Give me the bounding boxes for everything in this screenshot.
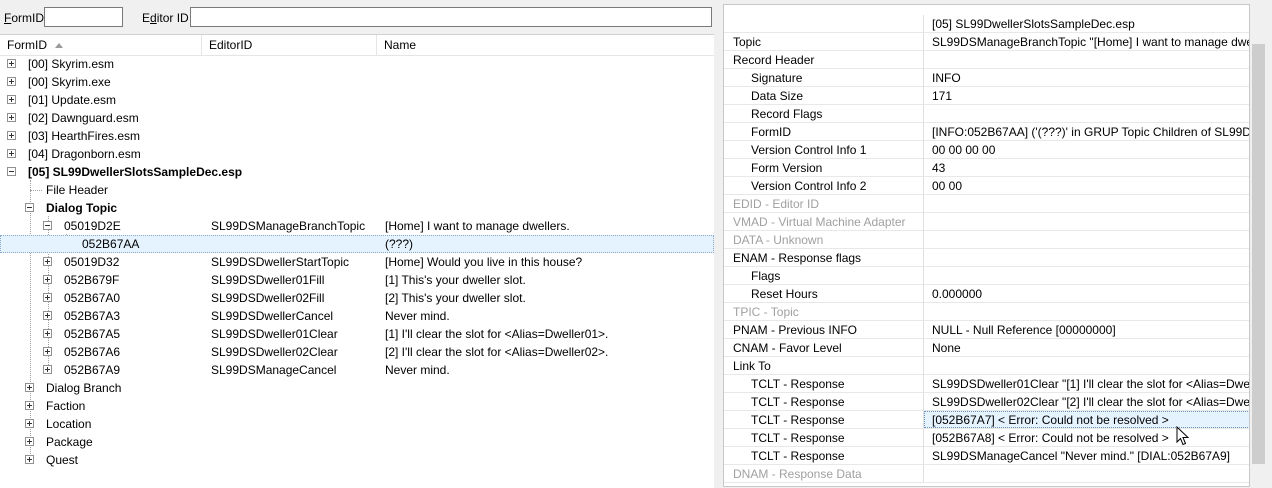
collapse-icon[interactable]: [25, 203, 34, 212]
record-field-row[interactable]: TCLT - Response SL99DSDweller01Clear "[1]…: [724, 375, 1249, 393]
record-field-row[interactable]: Flags: [724, 267, 1249, 285]
tree-header: FormID EditorID Name: [0, 35, 714, 56]
expand-icon[interactable]: [25, 383, 34, 392]
expand-icon[interactable]: [43, 329, 52, 338]
record-field-row[interactable]: Data Size 171: [724, 87, 1249, 105]
expand-icon[interactable]: [43, 257, 52, 266]
vertical-scrollbar[interactable]: [1250, 4, 1267, 487]
tree-node-dragonborn-esm[interactable]: [04] Dragonborn.esm: [0, 145, 714, 163]
record-field-row[interactable]: CNAM - Favor Level None: [724, 339, 1249, 357]
record-view-pane: [05] SL99DwellerSlotsSampleDec.esp Topic…: [719, 0, 1272, 487]
expand-icon[interactable]: [7, 77, 16, 86]
tree-node-dialog-topic[interactable]: Dialog Topic: [0, 199, 714, 217]
tree-node-skyrim-exe[interactable]: [00] Skyrim.exe: [0, 73, 714, 91]
record-field-row[interactable]: Record Header: [724, 51, 1249, 69]
record-view-grid[interactable]: [05] SL99DwellerSlotsSampleDec.esp Topic…: [723, 4, 1250, 487]
expand-icon[interactable]: [25, 419, 34, 428]
record-field-row-selected[interactable]: TCLT - Response [052B67A7] < Error: Could…: [724, 411, 1249, 429]
table-row[interactable]: 052B67A3 SL99DSDwellerCancel Never mind.: [0, 307, 714, 325]
table-row[interactable]: 052B67A5 SL99DSDweller01Clear [1] I'll cle…: [0, 325, 714, 343]
record-field-row-empty[interactable]: EDID - Editor ID: [724, 195, 1249, 213]
tree-node-dialog-branch[interactable]: Dialog Branch: [0, 379, 714, 397]
record-field-row[interactable]: Link To: [724, 357, 1249, 375]
record-field-row[interactable]: Signature INFO: [724, 69, 1249, 87]
sort-ascending-icon: [55, 43, 63, 49]
record-field-row[interactable]: Reset Hours 0.000000: [724, 285, 1249, 303]
tree-node-plugin-esp[interactable]: [05] SL99DwellerSlotsSampleDec.esp: [0, 163, 714, 181]
record-field-row[interactable]: TCLT - Response SL99DSDweller02Clear "[2]…: [724, 393, 1249, 411]
expand-icon[interactable]: [7, 113, 16, 122]
record-tree[interactable]: FormID EditorID Name [00] Skyrim.esm [00…: [0, 34, 714, 488]
collapse-icon[interactable]: [43, 221, 52, 230]
record-header-row: [05] SL99DwellerSlotsSampleDec.esp: [724, 15, 1249, 33]
mouse-cursor-icon: [1176, 426, 1190, 446]
column-formid[interactable]: FormID: [0, 35, 202, 55]
column-editorid[interactable]: EditorID: [202, 35, 377, 55]
record-field-row[interactable]: Topic SL99DSManageBranchTopic "[Home] I w…: [724, 33, 1249, 51]
expand-icon[interactable]: [43, 311, 52, 320]
collapse-icon[interactable]: [7, 167, 16, 176]
record-field-row[interactable]: Record Flags: [724, 105, 1249, 123]
expand-icon[interactable]: [25, 437, 34, 446]
record-field-row[interactable]: PNAM - Previous INFO NULL - Null Referenc…: [724, 321, 1249, 339]
table-row[interactable]: 052B67A9 SL99DSManageCancel Never mind.: [0, 361, 714, 379]
editorid-filter-input[interactable]: [190, 7, 712, 27]
expand-icon[interactable]: [7, 95, 16, 104]
record-field-row[interactable]: Version Control Info 2 00 00: [724, 177, 1249, 195]
tree-node-location[interactable]: Location: [0, 415, 714, 433]
expand-icon[interactable]: [25, 401, 34, 410]
expand-icon[interactable]: [25, 455, 34, 464]
expand-icon[interactable]: [7, 131, 16, 140]
tree-node-faction[interactable]: Faction: [0, 397, 714, 415]
tree-node-hearthfires-esm[interactable]: [03] HearthFires.esm: [0, 127, 714, 145]
record-field-row-empty[interactable]: DATA - Unknown: [724, 231, 1249, 249]
table-row[interactable]: 05019D2E SL99DSManageBranchTopic [Home] I …: [0, 217, 714, 235]
table-row[interactable]: 052B679F SL99DSDweller01Fill [1] This's yo…: [0, 271, 714, 289]
expand-icon[interactable]: [43, 365, 52, 374]
left-pane: FormID Editor ID FormID EditorID Name [0…: [0, 0, 714, 488]
table-row[interactable]: 05019D32 SL99DSDwellerStartTopic [Home] Wo…: [0, 253, 714, 271]
editorid-filter-label: Editor ID: [142, 11, 189, 25]
tree-node-dawnguard-esm[interactable]: [02] Dawnguard.esm: [0, 109, 714, 127]
record-field-row[interactable]: FormID [INFO:052B67AA] ('(???)' in GRUP T…: [724, 123, 1249, 141]
record-field-row[interactable]: Version Control Info 1 00 00 00 00: [724, 141, 1249, 159]
formid-filter-input[interactable]: [44, 7, 123, 27]
formid-filter-label: FormID: [4, 11, 45, 25]
record-field-row-empty[interactable]: VMAD - Virtual Machine Adapter: [724, 213, 1249, 231]
table-row[interactable]: 052B67A0 SL99DSDweller02Fill [2] This's yo…: [0, 289, 714, 307]
record-field-row[interactable]: Form Version 43: [724, 159, 1249, 177]
tree-node-update-esm[interactable]: [01] Update.esm: [0, 91, 714, 109]
filter-bar: FormID Editor ID: [0, 0, 714, 34]
tree-node-skyrim-esm[interactable]: [00] Skyrim.esm: [0, 55, 714, 73]
record-field-row-empty[interactable]: TPIC - Topic: [724, 303, 1249, 321]
tree-node-file-header[interactable]: File Header: [0, 181, 714, 199]
record-field-row[interactable]: TCLT - Response SL99DSManageCancel "Never…: [724, 447, 1249, 465]
record-field-row[interactable]: TCLT - Response [052B67A8] < Error: Could…: [724, 429, 1249, 447]
tree-node-package[interactable]: Package: [0, 433, 714, 451]
expand-icon[interactable]: [43, 293, 52, 302]
expand-icon[interactable]: [43, 275, 52, 284]
tree-node-quest[interactable]: Quest: [0, 451, 714, 469]
table-row-selected[interactable]: 052B67AA (???): [0, 235, 714, 253]
expand-icon[interactable]: [7, 59, 16, 68]
expand-icon[interactable]: [7, 149, 16, 158]
record-field-row[interactable]: ENAM - Response flags: [724, 249, 1249, 267]
expand-icon[interactable]: [43, 347, 52, 356]
record-field-row-empty[interactable]: DNAM - Response Data: [724, 465, 1249, 483]
table-row[interactable]: 052B67A6 SL99DSDweller02Clear [2] I'll cle…: [0, 343, 714, 361]
column-name[interactable]: Name: [377, 35, 714, 55]
scrollbar-thumb[interactable]: [1252, 44, 1265, 464]
